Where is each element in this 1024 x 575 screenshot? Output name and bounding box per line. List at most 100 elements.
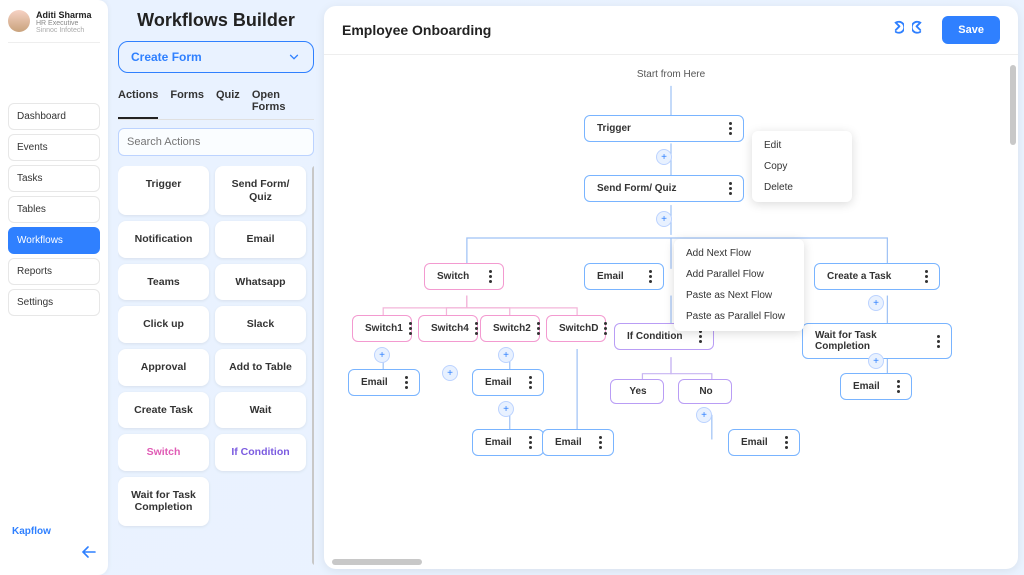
action-send-form-quiz[interactable]: Send Form/ Quiz [215,166,306,215]
node-menu-icon[interactable] [604,322,607,335]
node-menu-icon[interactable] [529,436,533,449]
add-flow-menu: Add Next Flow Add Parallel Flow Paste as… [674,239,804,331]
search-actions-input[interactable] [118,128,314,156]
nav-workflows[interactable]: Workflows [8,227,100,254]
node-send-form-quiz[interactable]: Send Form/ Quiz [584,175,744,202]
action-slack[interactable]: Slack [215,306,306,343]
node-trigger[interactable]: Trigger [584,115,744,142]
action-wait[interactable]: Wait [215,392,306,429]
add-node-button[interactable]: + [498,401,514,417]
node-email-sw2b[interactable]: Email [472,429,544,456]
canvas-scrollbar-vertical[interactable] [1010,65,1016,145]
node-menu-icon[interactable] [649,270,653,283]
node-menu-icon[interactable] [405,376,409,389]
node-switch[interactable]: Switch [424,263,504,290]
action-if-condition[interactable]: If Condition [215,434,306,471]
node-menu-icon[interactable] [529,376,533,389]
menu-item-paste-parallel-flow[interactable]: Paste as Parallel Flow [674,306,804,327]
node-switchd[interactable]: SwitchD [546,315,606,342]
node-menu-icon[interactable] [729,122,733,135]
action-create-task[interactable]: Create Task [118,392,209,429]
nav-reports[interactable]: Reports [8,258,100,285]
actions-scrollbar[interactable] [312,166,314,565]
menu-item-delete[interactable]: Delete [752,177,852,198]
menu-item-edit[interactable]: Edit [752,135,852,156]
builder-tabs: Actions Forms Quiz Open Forms [118,89,314,120]
node-no[interactable]: No [678,379,732,404]
action-wait-task-completion[interactable]: Wait for Task Completion [118,477,209,526]
node-email-sw1[interactable]: Email [348,369,420,396]
node-yes[interactable]: Yes [610,379,664,404]
nav-tables[interactable]: Tables [8,196,100,223]
node-label: Switch [437,271,469,282]
redo-icon[interactable] [912,19,934,41]
node-menu-icon[interactable] [475,322,478,335]
add-node-button[interactable]: + [498,347,514,363]
action-email[interactable]: Email [215,221,306,258]
node-menu-icon[interactable] [729,182,733,195]
workflow-title: Employee Onboarding [342,22,491,38]
add-node-button[interactable]: + [868,353,884,369]
node-label: No [699,386,712,397]
node-label: Create a Task [827,271,891,282]
node-switch1[interactable]: Switch1 [352,315,412,342]
nav-tasks[interactable]: Tasks [8,165,100,192]
node-email[interactable]: Email [584,263,664,290]
node-menu-icon[interactable] [925,270,929,283]
nav-dashboard[interactable]: Dashboard [8,103,100,130]
canvas-panel: Employee Onboarding Save [324,6,1018,569]
menu-item-add-next-flow[interactable]: Add Next Flow [674,243,804,264]
node-menu-icon[interactable] [897,380,901,393]
add-node-button[interactable]: + [868,295,884,311]
node-menu-icon[interactable] [937,335,941,348]
node-menu-icon[interactable] [409,322,412,335]
node-menu-icon[interactable] [537,322,540,335]
node-email-swd[interactable]: Email [542,429,614,456]
menu-item-add-parallel-flow[interactable]: Add Parallel Flow [674,264,804,285]
action-add-to-table[interactable]: Add to Table [215,349,306,386]
node-menu-icon[interactable] [489,270,493,283]
action-switch[interactable]: Switch [118,434,209,471]
nav-settings[interactable]: Settings [8,289,100,316]
node-menu-icon[interactable] [599,436,603,449]
tab-forms[interactable]: Forms [170,89,204,119]
node-switch2[interactable]: Switch2 [480,315,540,342]
add-node-button[interactable]: + [374,347,390,363]
menu-item-paste-next-flow[interactable]: Paste as Next Flow [674,285,804,306]
save-button[interactable]: Save [942,16,1000,44]
node-label: Email [485,377,512,388]
undo-icon[interactable] [882,19,904,41]
tab-quiz[interactable]: Quiz [216,89,240,119]
menu-item-copy[interactable]: Copy [752,156,852,177]
node-menu-icon[interactable] [785,436,789,449]
builder-title: Workflows Builder [118,10,314,31]
node-label: Email [853,381,880,392]
add-node-button[interactable]: + [656,149,672,165]
node-email-no[interactable]: Email [728,429,800,456]
add-node-button[interactable]: + [656,211,672,227]
action-trigger[interactable]: Trigger [118,166,209,215]
node-email-sw2[interactable]: Email [472,369,544,396]
node-email-task[interactable]: Email [840,373,912,400]
node-label: Send Form/ Quiz [597,183,676,194]
add-node-button[interactable]: + [696,407,712,423]
action-click-up[interactable]: Click up [118,306,209,343]
add-node-button[interactable]: + [442,365,458,381]
action-whatsapp[interactable]: Whatsapp [215,264,306,301]
node-menu-icon[interactable] [699,330,703,343]
node-label: Switch2 [493,323,531,334]
action-approval[interactable]: Approval [118,349,209,386]
create-form-dropdown[interactable]: Create Form [118,41,314,73]
canvas-scrollbar-horizontal[interactable] [332,559,422,565]
profile-title: HR Executive [36,20,92,27]
nav-events[interactable]: Events [8,134,100,161]
node-switch4[interactable]: Switch4 [418,315,478,342]
tab-open-forms[interactable]: Open Forms [252,89,314,119]
node-create-task[interactable]: Create a Task [814,263,940,290]
tab-actions[interactable]: Actions [118,89,158,119]
node-label: Wait for Task Completion [815,330,931,352]
workflow-canvas[interactable]: Start from Here Trigger + Send Form/ Qui… [324,55,1018,569]
action-teams[interactable]: Teams [118,264,209,301]
collapse-sidebar-icon[interactable] [76,541,100,565]
action-notification[interactable]: Notification [118,221,209,258]
